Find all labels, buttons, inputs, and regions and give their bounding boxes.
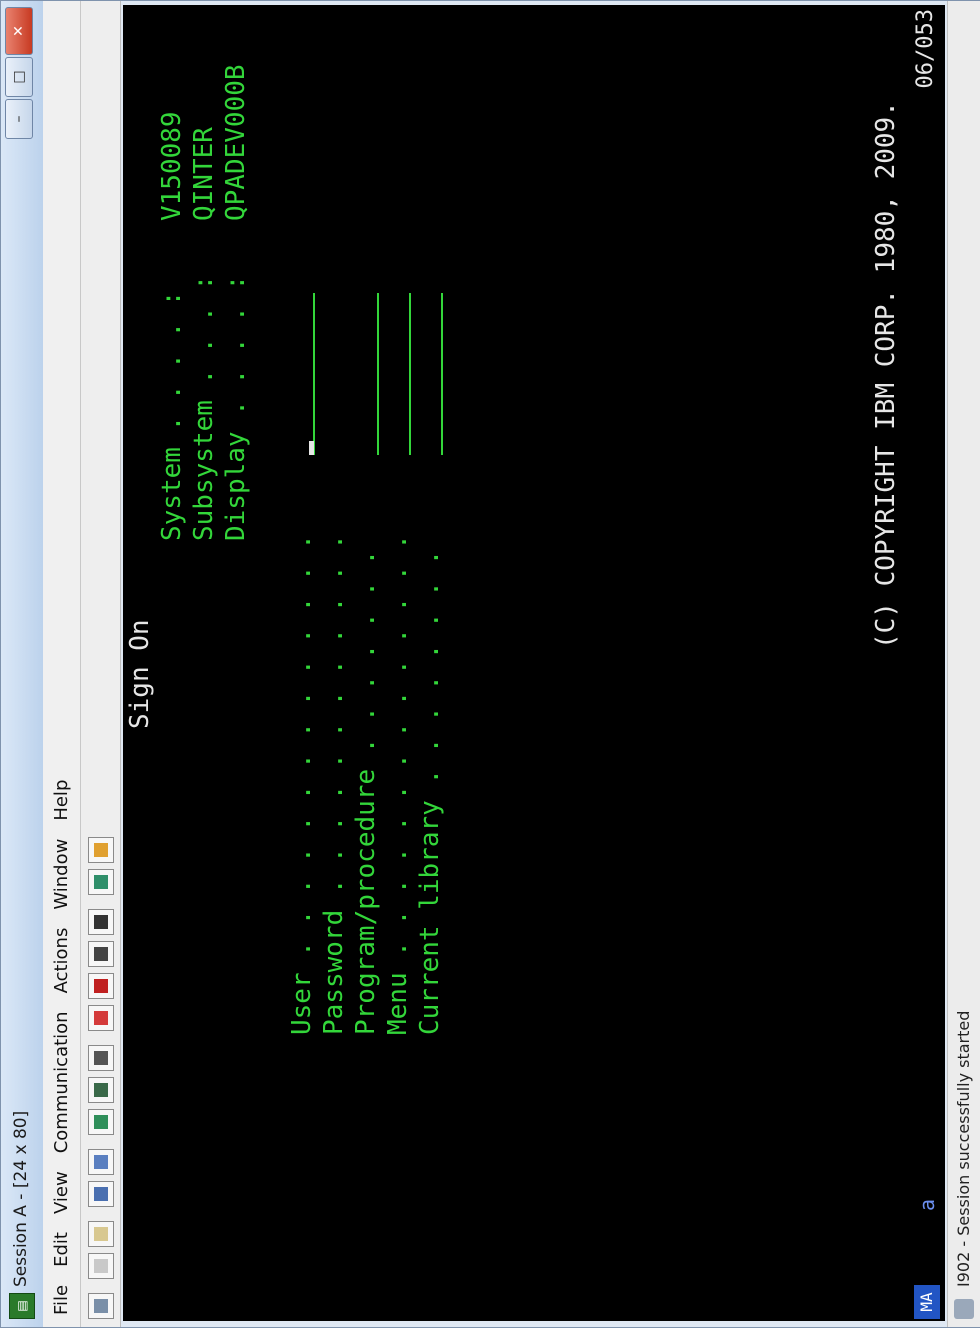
cursor [309,441,314,455]
program-label: Program/procedure . . . . . . . [351,534,381,1035]
app-icon: ▤ [9,1293,35,1319]
close-button[interactable]: ✕ [5,7,33,55]
menu-window[interactable]: Window [51,839,72,910]
menu-label: Menu . . . . . . . . . . . . . . [383,518,413,1035]
password-label: Password . . . . . . . . . . . . [319,518,349,1035]
clipboard-icon[interactable] [87,909,114,935]
menu-bar: File Edit View Communication Actions Win… [43,1,81,1327]
receive-icon[interactable] [87,1149,114,1175]
window-title: Session A - [24 x 80] [11,1110,31,1287]
cursor-position: 06/053 [913,9,938,89]
display-icon[interactable] [87,1109,114,1135]
terminal-screen[interactable]: Sign On System . . . . : Subsystem . . .… [123,5,913,1321]
operator-info-line: MA a 06/053 [911,5,945,1321]
menu-edit[interactable]: Edit [51,1232,72,1267]
menu-field[interactable] [409,293,411,455]
screen-title: Sign On [125,619,155,729]
subsystem-label: Subsystem . . . : [189,274,219,541]
print-icon[interactable] [87,1293,114,1319]
emulator-window: ▤ Session A - [24 x 80] – □ ✕ File Edit … [0,0,980,1328]
status-indicator: a [915,1198,939,1211]
menu-actions[interactable]: Actions [51,928,72,994]
maximize-button[interactable]: □ [5,57,33,97]
system-value: V150089 [157,111,187,221]
menu-communication[interactable]: Communication [51,1011,72,1153]
title-bar[interactable]: ▤ Session A - [24 x 80] – □ ✕ [1,1,44,1327]
copyright-text: (C) COPYRIGHT IBM CORP. 1980, 2009. [871,101,901,649]
send-icon[interactable] [87,1181,114,1207]
system-label: System . . . . : [157,290,187,541]
user-field[interactable] [313,293,315,455]
macro-icon[interactable] [87,1045,114,1071]
connection-icon [954,1299,974,1319]
menu-file[interactable]: File [51,1285,72,1315]
toolbar [81,1,121,1327]
minimize-button[interactable]: – [5,99,33,139]
menu-help[interactable]: Help [51,780,72,821]
globe-icon[interactable] [87,869,114,895]
status-bar: I902 - Session successfully started [947,1,980,1327]
stop-icon[interactable] [87,973,114,999]
display-value: QPADEV000B [221,64,251,221]
paste-icon[interactable] [87,1221,114,1247]
user-label: User . . . . . . . . . . . . . . [287,518,317,1035]
status-message: I902 - Session successfully started [954,1010,973,1287]
menu-view[interactable]: View [51,1171,72,1214]
keyboard-icon[interactable] [87,1077,114,1103]
help-icon[interactable] [87,837,114,863]
mode-indicator: MA [914,1285,940,1319]
display-label: Display . . . . : [221,274,251,541]
library-field[interactable] [441,293,443,455]
play-icon[interactable] [87,941,114,967]
subsystem-value: QINTER [189,127,219,221]
record-icon[interactable] [87,1005,114,1031]
program-field[interactable] [377,293,379,455]
library-label: Current library . . . . . . . . [415,534,445,1035]
copy-icon[interactable] [87,1253,114,1279]
